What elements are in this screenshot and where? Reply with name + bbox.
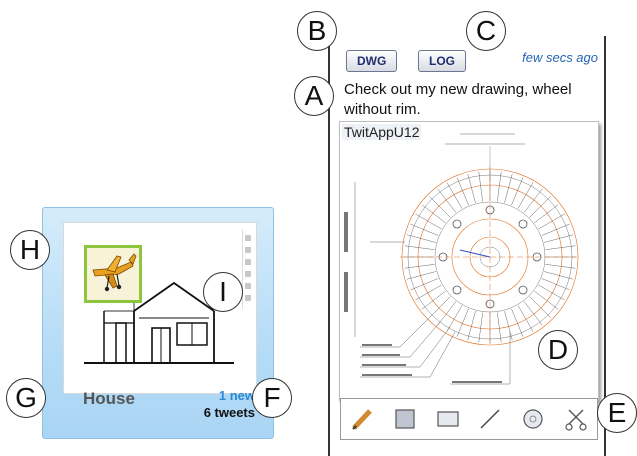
callout-g: G (6, 378, 46, 418)
circle-icon (523, 409, 543, 429)
callout-c: C (466, 11, 506, 51)
scissors-tool[interactable] (561, 404, 591, 434)
tweet-timestamp: few secs ago (522, 50, 598, 65)
callout-e: E (597, 393, 637, 433)
callout-b: B (297, 11, 337, 51)
drawing-author-label: TwitAppU12 (342, 124, 422, 140)
callout-f: F (252, 378, 292, 418)
tweet-count: 6 tweets (203, 405, 255, 420)
log-button[interactable]: LOG (418, 50, 466, 72)
line-icon (480, 409, 500, 429)
new-tweet-count: 1 new (218, 388, 255, 403)
pencil-tool[interactable] (347, 404, 377, 434)
callout-h: H (10, 230, 50, 270)
circle-tool[interactable] (518, 404, 548, 434)
tweet-text: Check out my new drawing, wheel without … (344, 81, 572, 118)
tile-title: House (83, 389, 135, 408)
callout-i: I (203, 272, 243, 312)
rectangle-icon (437, 411, 459, 427)
callout-a: A (294, 76, 334, 116)
airplane-thumbnail[interactable] (84, 245, 142, 303)
rectangle-filled-tool[interactable] (390, 404, 420, 434)
tweet-panel: DWG LOG few secs ago Check out my new dr… (328, 36, 606, 456)
rectangle-filled-icon (395, 409, 415, 429)
dwg-button[interactable]: DWG (346, 50, 398, 72)
drawing-toolbar (340, 398, 598, 440)
line-tool[interactable] (475, 404, 505, 434)
tile-mini-toolbar (242, 229, 253, 309)
scissors-icon (565, 409, 587, 431)
airplane-icon (92, 253, 137, 292)
rectangle-tool[interactable] (433, 404, 463, 434)
pencil-icon (352, 409, 373, 430)
callout-d: D (538, 330, 578, 370)
drawing-tile[interactable]: House 1 new 6 tweets (42, 207, 274, 439)
